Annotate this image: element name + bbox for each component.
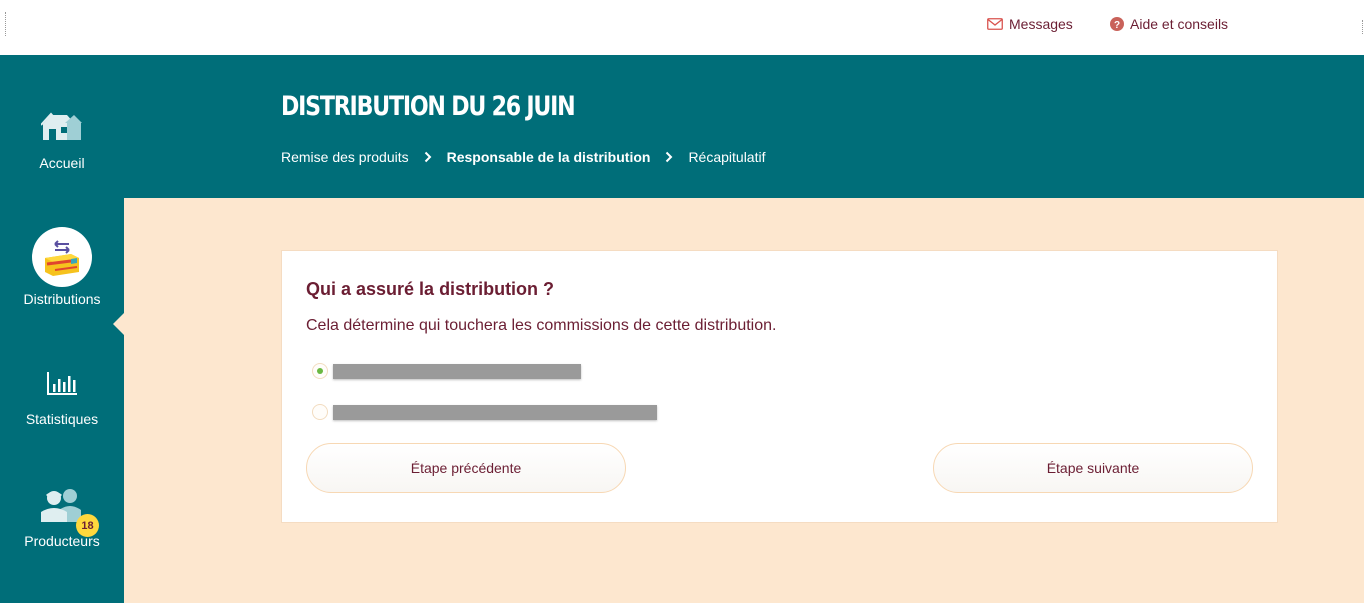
question-circle-icon: ? — [1110, 17, 1124, 31]
messages-link[interactable]: Messages — [987, 16, 1073, 32]
redacted-name — [333, 363, 581, 379]
messages-label: Messages — [1009, 16, 1073, 32]
active-item-pointer — [113, 313, 124, 335]
page-title: DISTRIBUTION DU 26 JUIN — [281, 91, 576, 122]
breadcrumb-step-responsable[interactable]: Responsable de la distribution — [447, 149, 651, 165]
sidebar-item-distributions[interactable]: Distributions — [0, 227, 124, 307]
breadcrumb-step-recapitulatif[interactable]: Récapitulatif — [688, 149, 765, 165]
breadcrumb: Remise des produits Responsable de la di… — [281, 149, 765, 165]
form-description: Cela détermine qui touchera les commissi… — [306, 317, 777, 334]
radio-button-selected[interactable] — [312, 363, 328, 379]
svg-text:?: ? — [1114, 20, 1120, 31]
top-bar: Messages ? Aide et conseils — [0, 0, 1364, 55]
sidebar-item-label: Accueil — [39, 155, 85, 171]
help-label: Aide et conseils — [1130, 16, 1229, 32]
distributions-icon — [32, 227, 92, 287]
envelope-icon — [987, 18, 1003, 30]
page-header: DISTRIBUTION DU 26 JUIN Remise des produ… — [124, 55, 1364, 198]
responsible-option-2[interactable] — [312, 404, 657, 420]
sidebar-item-label: Statistiques — [25, 411, 99, 427]
home-icon — [0, 107, 124, 147]
top-bar-edge-right — [1362, 20, 1363, 34]
sidebar-item-producteurs[interactable]: Producteurs — [0, 485, 124, 549]
top-bar-edge-left — [5, 12, 6, 36]
redacted-name — [333, 404, 657, 420]
help-link[interactable]: ? Aide et conseils — [1110, 16, 1228, 32]
form-question: Qui a assuré la distribution ? — [306, 279, 555, 299]
sidebar-item-statistiques[interactable]: Statistiques — [0, 363, 124, 427]
main-content: Qui a assuré la distribution ? Cela déte… — [124, 198, 1364, 603]
radio-button[interactable] — [312, 404, 328, 420]
sidebar: Accueil Distributions Statistiques Produ… — [0, 55, 124, 603]
chevron-right-icon — [665, 151, 673, 163]
sidebar-item-label: Producteurs — [24, 533, 100, 549]
bar-chart-icon — [0, 363, 124, 403]
sidebar-item-accueil[interactable]: Accueil — [0, 107, 124, 171]
next-step-button[interactable]: Étape suivante — [933, 443, 1253, 493]
chevron-right-icon — [424, 151, 432, 163]
previous-step-button[interactable]: Étape précédente — [306, 443, 626, 493]
responsible-option-1[interactable] — [312, 363, 581, 379]
producers-count-badge: 18 — [76, 514, 99, 537]
breadcrumb-step-remise[interactable]: Remise des produits — [281, 149, 409, 165]
radio-selected-dot — [317, 368, 323, 374]
sidebar-item-label: Distributions — [23, 291, 101, 307]
distribution-responsible-form: Qui a assuré la distribution ? Cela déte… — [281, 250, 1278, 523]
